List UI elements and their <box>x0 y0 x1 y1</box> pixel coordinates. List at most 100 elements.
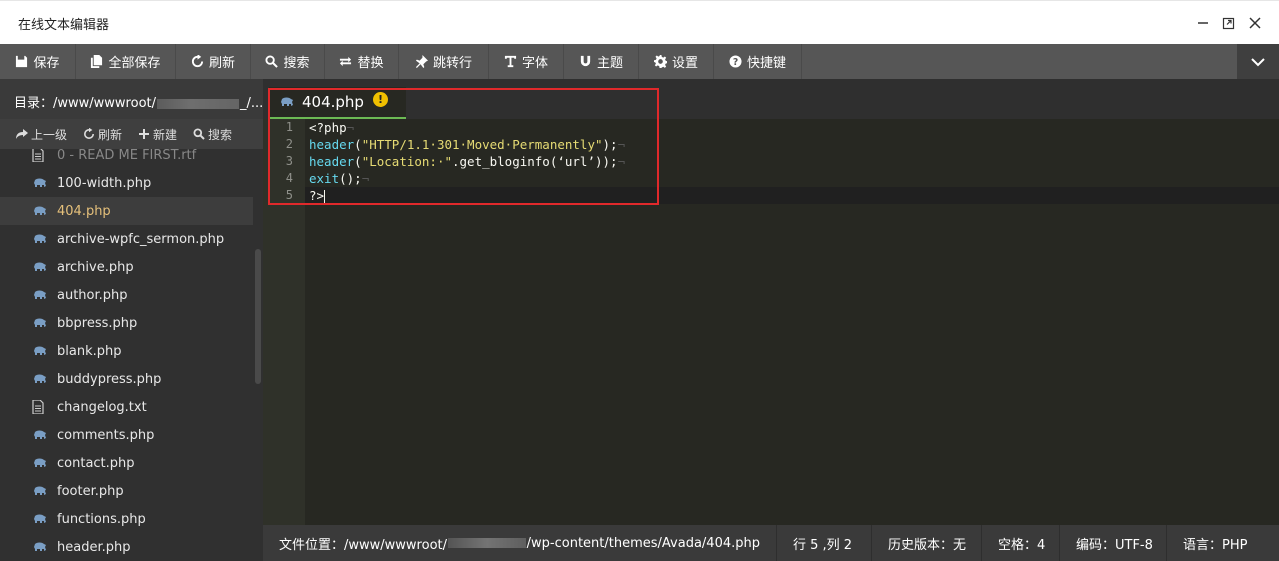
file-name: functions.php <box>57 511 146 527</box>
save-button[interactable]: 保存 <box>0 44 76 79</box>
tab-bar: 404.php ! <box>263 79 1279 119</box>
window-title: 在线文本编辑器 <box>18 18 110 33</box>
refresh-dir-button[interactable]: 刷新 <box>83 126 122 143</box>
refresh-button[interactable]: 刷新 <box>176 44 251 79</box>
code-line: header("Location:·".get_bloginfo(‘url’))… <box>309 154 625 169</box>
redacted-mask <box>157 98 239 109</box>
search-icon <box>193 128 205 140</box>
file-item[interactable]: author.php <box>0 281 253 309</box>
file-name: author.php <box>57 287 128 303</box>
file-name: header.php <box>57 539 131 555</box>
share-icon <box>16 129 28 139</box>
sidebar-scrollbar[interactable] <box>255 249 261 384</box>
php-file-icon <box>32 540 48 554</box>
file-item[interactable]: footer.php <box>0 477 253 505</box>
text-file-icon <box>32 148 48 162</box>
maximize-icon[interactable] <box>1219 13 1239 33</box>
toolbar: 保存 全部保存 刷新 搜索 替换 跳转行 字体 主题 设置 ? 快捷键 <box>0 44 1279 79</box>
text-icon <box>504 55 517 68</box>
file-item[interactable]: buddypress.php <box>0 365 253 393</box>
pin-icon <box>415 55 428 68</box>
svg-text:?: ? <box>733 57 738 68</box>
file-name: archive-wpfc_sermon.php <box>57 231 225 247</box>
file-item[interactable]: comments.php <box>0 421 253 449</box>
code-token: ); <box>602 137 618 152</box>
file-name: buddypress.php <box>57 371 162 387</box>
php-file-icon <box>32 512 48 526</box>
line-number: 4 <box>285 171 293 185</box>
code-editor[interactable]: 12345 <?php¬ header("HTTP/1.1·301·Moved·P… <box>263 119 1279 525</box>
cursor-position[interactable]: 行 5 ,列 2 <box>777 525 872 561</box>
status-bar: 文件位置：/www/wwwroot//wp-content/themes/Ava… <box>263 525 1279 561</box>
font-button[interactable]: 字体 <box>489 44 564 79</box>
encoding-setting[interactable]: 编码：UTF-8 <box>1060 525 1167 561</box>
title-bar: 在线文本编辑器 <box>0 0 1279 44</box>
code-token: (); <box>339 171 362 186</box>
close-icon[interactable] <box>1245 13 1265 33</box>
search-icon <box>265 55 279 68</box>
line-number: 3 <box>285 154 293 168</box>
code-token: ¬ <box>617 154 626 169</box>
text-cursor <box>324 189 326 204</box>
php-file-icon <box>32 372 48 386</box>
search-files-button[interactable]: 搜索 <box>193 126 232 143</box>
plus-icon <box>139 129 150 139</box>
file-name: 0 - READ ME FIRST.rtf <box>57 147 197 163</box>
php-file-icon <box>32 484 48 498</box>
php-file-icon <box>32 428 48 442</box>
directory-path: 目录：/www/wwwroot/_/... <box>0 79 263 119</box>
parent-dir-button[interactable]: 上一级 <box>16 126 67 143</box>
code-token: ¬ <box>617 137 626 152</box>
file-name: 404.php <box>57 203 111 219</box>
file-item[interactable]: bbpress.php <box>0 309 253 337</box>
code-line: header("HTTP/1.1·301·Moved·Permanently")… <box>309 137 625 152</box>
goto-line-button[interactable]: 跳转行 <box>399 44 489 79</box>
floppy-icon <box>16 55 28 68</box>
php-file-icon <box>32 204 48 218</box>
active-line-highlight <box>305 187 1279 204</box>
settings-button[interactable]: 设置 <box>639 44 714 79</box>
code-line: <?php¬ <box>309 120 354 135</box>
file-name: 100-width.php <box>57 175 152 191</box>
file-item[interactable]: functions.php <box>0 505 253 533</box>
indent-setting[interactable]: 空格：4 <box>982 525 1060 561</box>
search-button[interactable]: 搜索 <box>251 44 325 79</box>
file-location: 文件位置：/www/wwwroot//wp-content/themes/Ava… <box>263 525 777 561</box>
code-token: header <box>309 137 355 152</box>
theme-button[interactable]: 主题 <box>564 44 639 79</box>
language-setting[interactable]: 语言：PHP <box>1167 525 1279 561</box>
file-item[interactable]: header.php <box>0 533 253 561</box>
new-file-button[interactable]: 新建 <box>138 126 177 143</box>
shortcuts-button[interactable]: ? 快捷键 <box>714 44 802 79</box>
code-token: ( <box>354 137 362 152</box>
file-item[interactable]: 404.php <box>0 197 253 225</box>
code-line: ?> <box>309 188 326 204</box>
php-file-icon <box>32 232 48 246</box>
refresh-icon <box>84 128 95 139</box>
file-item[interactable]: blank.php <box>0 337 253 365</box>
file-name: footer.php <box>57 483 124 499</box>
php-file-icon <box>32 260 48 274</box>
code-token: "HTTP/1.1·301·Moved·Permanently" <box>361 137 603 152</box>
file-item[interactable]: archive.php <box>0 253 253 281</box>
php-file-icon <box>281 97 293 106</box>
warning-icon: ! <box>373 92 388 107</box>
gear-icon <box>653 55 667 68</box>
php-file-icon <box>32 344 48 358</box>
file-name: bbpress.php <box>57 315 138 331</box>
file-item[interactable]: changelog.txt <box>0 393 253 421</box>
history-versions[interactable]: 历史版本：无 <box>872 525 982 561</box>
file-name: comments.php <box>57 427 155 443</box>
file-item[interactable]: 100-width.php <box>0 169 253 197</box>
save-all-button[interactable]: 全部保存 <box>76 44 176 79</box>
file-item[interactable]: contact.php <box>0 449 253 477</box>
toolbar-collapse-button[interactable] <box>1237 44 1279 79</box>
file-list: 0 - READ ME FIRST.rtf 100-width.php 404.ph… <box>0 141 253 561</box>
file-item[interactable]: archive-wpfc_sermon.php <box>0 225 253 253</box>
code-token: ¬ <box>361 171 370 186</box>
line-number: 1 <box>285 120 293 134</box>
tab-404-php[interactable]: 404.php ! <box>269 87 406 119</box>
minimize-icon[interactable] <box>1193 13 1213 33</box>
code-token: "Location:·" <box>361 154 452 169</box>
replace-button[interactable]: 替换 <box>325 44 399 79</box>
